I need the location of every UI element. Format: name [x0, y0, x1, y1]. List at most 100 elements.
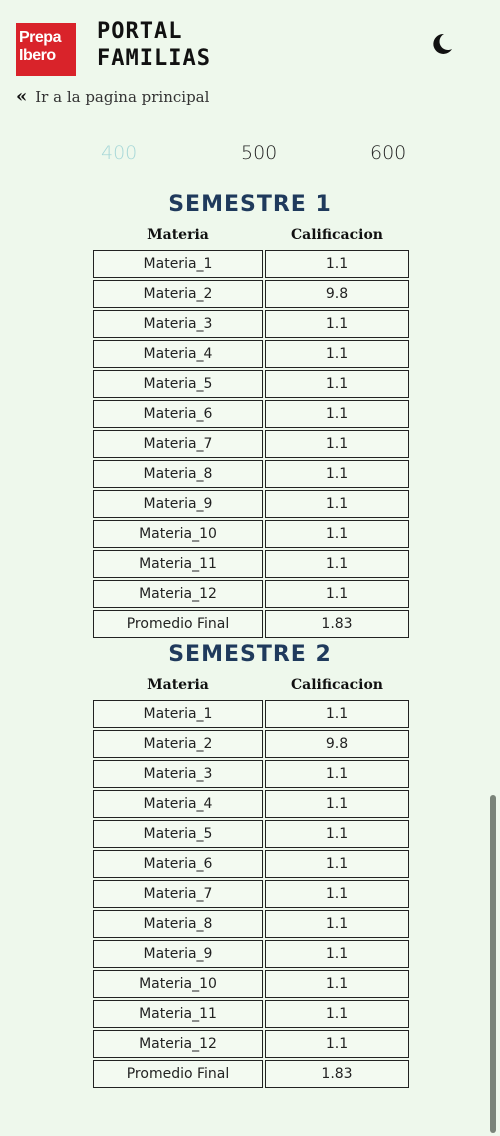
theme-toggle-button[interactable] [428, 30, 456, 58]
grade-cell: 1.1 [265, 970, 409, 998]
grade-cell: 1.1 [265, 490, 409, 518]
grades-table: Materia Calificacion Materia_1 1.1 Materia_2… [91, 220, 411, 640]
column-header-subject: Materia [147, 227, 209, 243]
grade-cell: 1.1 [265, 1030, 409, 1058]
subject-cell: Materia_2 [93, 280, 263, 308]
table-row: Materia_11 1.1 [93, 1000, 409, 1028]
logo-line-1: Prepa [19, 29, 61, 46]
subject-cell: Materia_4 [93, 340, 263, 368]
table-row: Materia_4 1.1 [93, 790, 409, 818]
subject-cell: Promedio Final [93, 610, 263, 638]
table-row: Materia_8 1.1 [93, 910, 409, 938]
subject-cell: Materia_12 [93, 1030, 263, 1058]
table-row: Materia_10 1.1 [93, 520, 409, 548]
grade-cell: 1.1 [265, 400, 409, 428]
grades-table: Materia Calificacion Materia_1 1.1 Materia_2… [91, 670, 411, 1090]
grade-cell: 9.8 [265, 730, 409, 758]
grade-cell: 1.1 [265, 550, 409, 578]
subject-cell: Materia_8 [93, 910, 263, 938]
grade-cell: 1.1 [265, 340, 409, 368]
semester-section: SEMESTRE 2 Materia Calificacion Materia_1 1.… [0, 640, 500, 1088]
table-row: Materia_3 1.1 [93, 760, 409, 788]
column-header-grade: Calificacion [291, 677, 383, 693]
subject-cell: Materia_11 [93, 1000, 263, 1028]
logo-line-2: Ibero [19, 47, 56, 64]
grade-cell: 1.1 [265, 430, 409, 458]
subject-cell: Materia_6 [93, 400, 263, 428]
grade-cell: 1.1 [265, 700, 409, 728]
table-row: Materia_5 1.1 [93, 820, 409, 848]
grade-cell: 1.1 [265, 910, 409, 938]
grade-cell: 1.1 [265, 850, 409, 878]
grade-cell: 1.1 [265, 580, 409, 608]
grade-cell: 1.83 [265, 610, 409, 638]
subject-cell: Materia_10 [93, 970, 263, 998]
semester-title: SEMESTRE 1 [168, 192, 332, 217]
subject-cell: Materia_9 [93, 490, 263, 518]
table-row: Materia_6 1.1 [93, 850, 409, 878]
tab-year-500[interactable]: 500 [241, 142, 277, 164]
table-row: Materia_4 1.1 [93, 340, 409, 368]
table-row: Materia_12 1.1 [93, 580, 409, 608]
table-header-row: Materia Calificacion [93, 222, 409, 248]
subject-cell: Materia_7 [93, 880, 263, 908]
subject-cell: Materia_12 [93, 580, 263, 608]
table-row: Materia_1 1.1 [93, 700, 409, 728]
column-header-grade: Calificacion [291, 227, 383, 243]
subject-cell: Materia_3 [93, 310, 263, 338]
grade-cell: 1.1 [265, 760, 409, 788]
app-title-line-2: FAMILIAS [97, 46, 211, 71]
table-row: Materia_10 1.1 [93, 970, 409, 998]
grade-cell: 1.1 [265, 310, 409, 338]
subject-cell: Materia_6 [93, 850, 263, 878]
double-chevron-left-icon: « [16, 86, 28, 107]
back-to-home-link[interactable]: « Ir a la pagina principal [16, 86, 209, 107]
semester-section: SEMESTRE 1 Materia Calificacion Materia_1 1.… [0, 190, 500, 638]
grade-cell: 9.8 [265, 280, 409, 308]
subject-cell: Materia_5 [93, 370, 263, 398]
table-row: Materia_9 1.1 [93, 940, 409, 968]
table-row: Materia_5 1.1 [93, 370, 409, 398]
table-row: Materia_7 1.1 [93, 880, 409, 908]
grade-cell: 1.1 [265, 1000, 409, 1028]
grade-cell: 1.1 [265, 940, 409, 968]
semester-title: SEMESTRE 2 [168, 642, 332, 667]
subject-cell: Materia_8 [93, 460, 263, 488]
table-row: Materia_11 1.1 [93, 550, 409, 578]
column-header-subject: Materia [147, 677, 209, 693]
table-row: Materia_7 1.1 [93, 430, 409, 458]
subject-cell: Materia_11 [93, 550, 263, 578]
table-row: Materia_8 1.1 [93, 460, 409, 488]
table-row: Materia_2 9.8 [93, 730, 409, 758]
subject-cell: Materia_10 [93, 520, 263, 548]
scrollbar-thumb[interactable] [490, 795, 496, 1133]
subject-cell: Materia_5 [93, 820, 263, 848]
app-title-line-1: PORTAL [97, 19, 183, 44]
tab-year-400[interactable]: 400 [101, 142, 137, 164]
tab-year-600[interactable]: 600 [370, 142, 406, 164]
table-row: Materia_12 1.1 [93, 1030, 409, 1058]
subject-cell: Materia_3 [93, 760, 263, 788]
table-row: Promedio Final 1.83 [93, 1060, 409, 1088]
grade-cell: 1.1 [265, 460, 409, 488]
prepa-ibero-logo[interactable]: Prepa Ibero [16, 23, 76, 76]
table-row: Materia_9 1.1 [93, 490, 409, 518]
moon-icon [433, 33, 452, 54]
page: Prepa Ibero PORTAL FAMILIAS « Ir a la pa… [0, 0, 500, 1136]
table-row: Materia_2 9.8 [93, 280, 409, 308]
back-link-label: Ir a la pagina principal [35, 87, 210, 106]
table-row: Materia_6 1.1 [93, 400, 409, 428]
grade-cell: 1.1 [265, 790, 409, 818]
grade-cell: 1.1 [265, 370, 409, 398]
grade-cell: 1.1 [265, 820, 409, 848]
subject-cell: Materia_4 [93, 790, 263, 818]
app-title: PORTAL FAMILIAS [97, 18, 211, 72]
subject-cell: Materia_1 [93, 700, 263, 728]
table-row: Materia_1 1.1 [93, 250, 409, 278]
subject-cell: Materia_1 [93, 250, 263, 278]
grade-cell: 1.1 [265, 880, 409, 908]
grade-cell: 1.1 [265, 520, 409, 548]
subject-cell: Promedio Final [93, 1060, 263, 1088]
table-row: Materia_3 1.1 [93, 310, 409, 338]
subject-cell: Materia_7 [93, 430, 263, 458]
